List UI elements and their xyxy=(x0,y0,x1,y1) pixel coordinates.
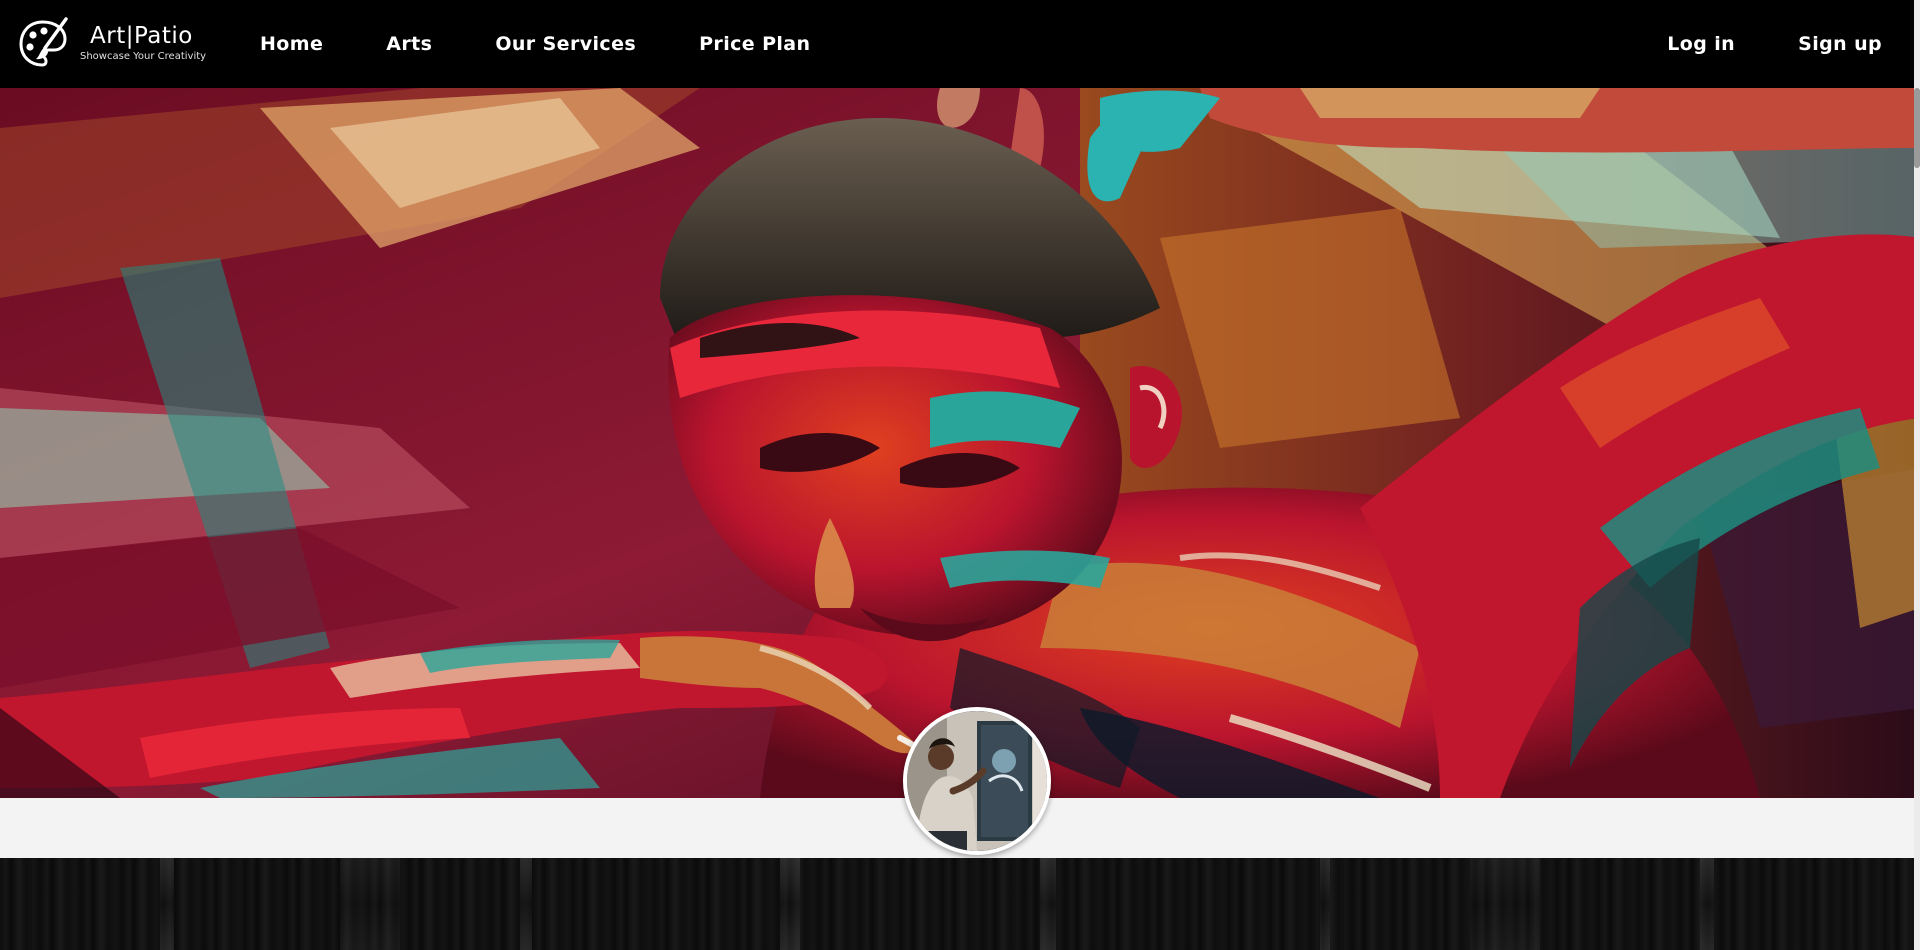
wood-grain xyxy=(340,858,400,950)
page-scrollbar[interactable] xyxy=(1914,0,1920,950)
wood-grain xyxy=(1320,858,1330,950)
wood-grain xyxy=(1700,858,1714,950)
profile-avatar[interactable] xyxy=(903,707,1051,855)
wood-grain xyxy=(520,858,532,950)
nav-item-price-plan[interactable]: Price Plan xyxy=(699,33,810,55)
signup-link[interactable]: Sign up xyxy=(1798,33,1882,55)
brand-text-group: Art|Patio Showcase Your Creativity xyxy=(80,23,206,64)
palette-brush-icon xyxy=(19,17,68,67)
top-navbar: Art|Patio Showcase Your Creativity Home … xyxy=(0,0,1920,88)
nav-item-our-services[interactable]: Our Services xyxy=(495,33,636,55)
wood-grain xyxy=(160,858,174,950)
scrollbar-thumb[interactable] xyxy=(1914,88,1920,168)
painted-face-hero-image xyxy=(0,88,1920,798)
wood-grain xyxy=(1040,858,1056,950)
main-nav: Home Arts Our Services Price Plan xyxy=(260,0,873,88)
brand-tagline: Showcase Your Creativity xyxy=(80,50,207,62)
hero-banner xyxy=(0,88,1920,798)
wood-grain xyxy=(1470,858,1540,950)
brand-name: Art|Patio xyxy=(90,22,193,49)
dark-wood-section xyxy=(0,858,1920,950)
auth-nav: Log in Sign up xyxy=(1604,0,1882,88)
wood-grain xyxy=(780,858,800,950)
login-link[interactable]: Log in xyxy=(1667,33,1735,55)
artist-painting-avatar xyxy=(907,711,1047,851)
brand-logo-link[interactable]: Art|Patio Showcase Your Creativity xyxy=(16,16,206,70)
nav-item-home[interactable]: Home xyxy=(260,33,323,55)
nav-item-arts[interactable]: Arts xyxy=(386,33,432,55)
